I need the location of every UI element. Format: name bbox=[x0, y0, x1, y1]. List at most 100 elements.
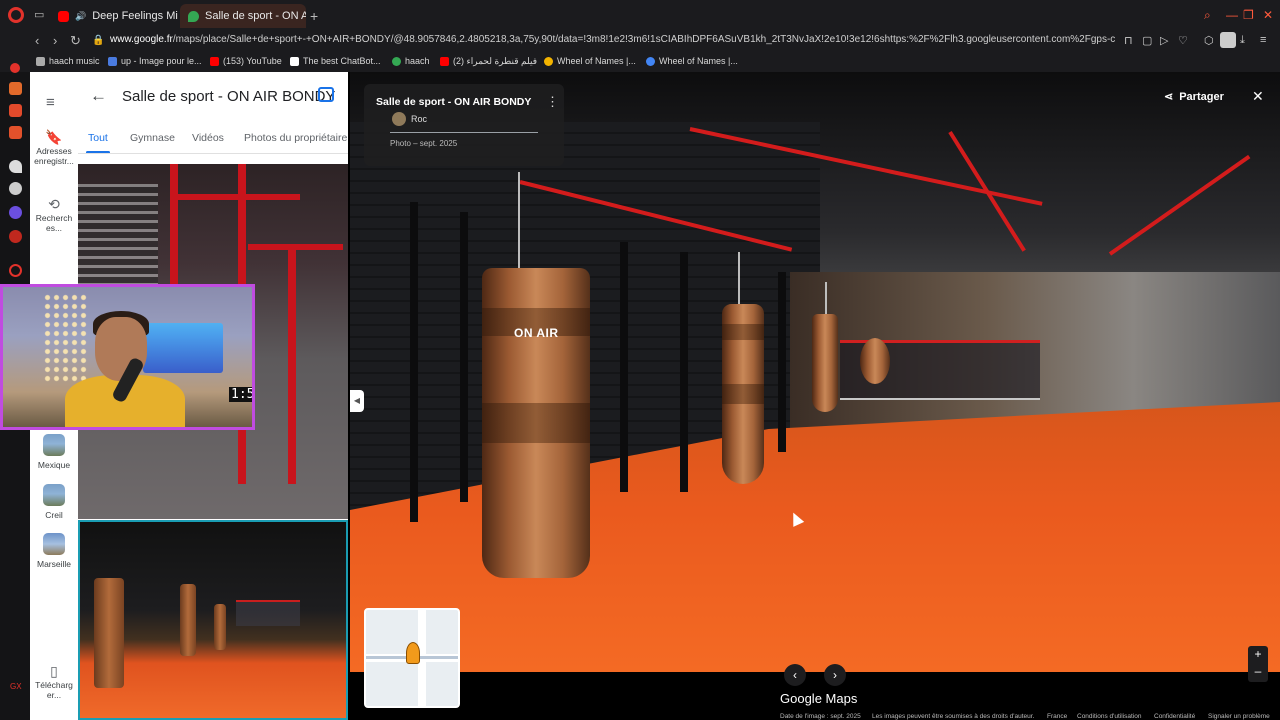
tab-deep-feelings[interactable]: 🔊 Deep Feelings Mix [20 bbox=[50, 4, 178, 28]
sv-title: Salle de sport - ON AIR BONDY bbox=[376, 96, 532, 108]
webcam-clock: 1:56 bbox=[229, 387, 252, 402]
player-icon[interactable] bbox=[9, 264, 22, 277]
footer-privacy[interactable]: Confidentialité bbox=[1154, 713, 1195, 720]
opera-logo-icon[interactable] bbox=[8, 7, 24, 23]
bookmark-item[interactable]: The best ChatBot... bbox=[290, 56, 381, 66]
bookmark-item[interactable]: haach bbox=[392, 56, 430, 66]
snapshot-icon[interactable]: ▢ bbox=[1142, 34, 1152, 47]
bookmarks-bar: haach music up - Image pour le... (153) … bbox=[0, 52, 1280, 72]
minimize-icon[interactable]: — bbox=[1226, 8, 1238, 22]
footer-terms[interactable]: Conditions d'utilisation bbox=[1077, 713, 1141, 720]
url-path: /maps/place/Salle+de+sport+-+ON+AIR+BOND… bbox=[172, 34, 1115, 45]
download-icon[interactable]: ⤓ bbox=[1240, 34, 1245, 47]
bookmark-item[interactable]: فيلم قنطرة لحمراء (2) bbox=[440, 56, 537, 67]
tab-tout[interactable]: Tout bbox=[88, 132, 108, 144]
speaker-icon[interactable]: 🔊 bbox=[75, 11, 86, 22]
chatgpt-icon[interactable] bbox=[9, 182, 22, 195]
back-arrow-icon[interactable]: ← bbox=[90, 86, 107, 106]
menu-icon[interactable]: ≡ bbox=[1260, 34, 1266, 46]
wheel-icon bbox=[646, 56, 655, 66]
rail-recent-marseille[interactable]: Marseille bbox=[30, 533, 78, 569]
close-window-icon[interactable]: ✕ bbox=[1263, 8, 1273, 22]
footer-copyright: Les images peuvent être soumises à des d… bbox=[872, 713, 1035, 720]
youtube-icon bbox=[58, 10, 69, 22]
url-host: www.google.fr bbox=[110, 34, 173, 45]
sv-post bbox=[778, 272, 786, 452]
background-monitor bbox=[143, 323, 223, 373]
rail-recent-creil[interactable]: Creil bbox=[30, 484, 78, 520]
ai-icon[interactable] bbox=[9, 160, 22, 173]
prev-photo-button[interactable]: ‹ bbox=[784, 664, 806, 686]
bag-logo: ON AIR bbox=[514, 326, 559, 340]
back-icon[interactable]: ‹ bbox=[35, 33, 39, 48]
tab-menu-icon[interactable]: ▭ bbox=[34, 8, 44, 21]
tab-salle-de-sport[interactable]: Salle de sport - ON AIR B bbox=[180, 4, 306, 28]
tab-photos-proprietaire[interactable]: Photos du propriétaire bbox=[244, 132, 347, 144]
fairy-lights bbox=[43, 293, 88, 383]
reload-icon[interactable]: ↻ bbox=[70, 33, 81, 49]
footer-image-date: Date de l'image : sept. 2025 bbox=[780, 713, 861, 720]
footer-country[interactable]: France bbox=[1047, 713, 1067, 720]
zoom-out-icon[interactable]: – bbox=[1248, 663, 1268, 680]
forward-icon[interactable]: › bbox=[53, 33, 57, 48]
author-avatar[interactable] bbox=[392, 112, 406, 126]
add-photo-icon[interactable] bbox=[318, 87, 334, 102]
bookmark-item[interactable]: up - Image pour le... bbox=[108, 56, 202, 66]
rail-place-label: Mexique bbox=[37, 460, 71, 470]
share-button[interactable]: ⋖ Partager bbox=[1164, 90, 1224, 104]
zoom-in-icon[interactable]: + bbox=[1248, 646, 1268, 663]
opera-app-icon[interactable] bbox=[10, 63, 20, 73]
gym-photo-2[interactable] bbox=[78, 520, 348, 720]
heart-icon[interactable]: ♡ bbox=[1178, 34, 1188, 47]
tab-gymnase[interactable]: Gymnase bbox=[130, 132, 175, 144]
opera-app-icon[interactable] bbox=[9, 104, 22, 117]
sv-post bbox=[460, 212, 468, 502]
opera-app-icon[interactable] bbox=[9, 126, 22, 139]
extensions-icon[interactable]: ⬡ bbox=[1204, 34, 1214, 47]
close-icon[interactable]: ✕ bbox=[1252, 88, 1264, 105]
place-thumbnail bbox=[43, 533, 65, 555]
zoom-control[interactable]: + – bbox=[1248, 646, 1268, 682]
cs-icon[interactable] bbox=[9, 206, 22, 219]
bookmark-item[interactable]: (153) YouTube bbox=[210, 56, 282, 66]
share-label: Partager bbox=[1179, 90, 1224, 103]
profile-avatar[interactable] bbox=[1220, 32, 1236, 48]
place-thumbnail bbox=[43, 484, 65, 506]
url-field[interactable]: www.google.fr/maps/place/Salle+de+sport+… bbox=[110, 34, 1115, 45]
street-view[interactable]: ON AIR Salle de sport - ON AIR BONDY ⋮ R… bbox=[350, 72, 1280, 720]
google-maps-logo: Google Maps bbox=[780, 691, 858, 706]
rail-recent[interactable]: ⟲ Recherch es... bbox=[30, 197, 78, 233]
tab-title: Deep Feelings Mix [20 bbox=[92, 10, 178, 22]
gx-icon[interactable]: GX bbox=[10, 682, 22, 691]
sv-post bbox=[680, 252, 688, 492]
footer-report[interactable]: Signaler un problème bbox=[1208, 713, 1270, 720]
bookmark-item[interactable]: Wheel of Names |... bbox=[646, 56, 738, 66]
bookmark-item[interactable]: haach music bbox=[36, 56, 100, 66]
opera-app-icon[interactable] bbox=[9, 82, 22, 95]
maximize-icon[interactable]: ❐ bbox=[1243, 8, 1254, 22]
ublock-icon[interactable] bbox=[9, 230, 22, 243]
sv-post bbox=[410, 202, 418, 522]
next-photo-button[interactable]: › bbox=[824, 664, 846, 686]
bookmark-icon[interactable]: ⊓ bbox=[1124, 34, 1133, 47]
bookmark-item[interactable]: Wheel of Names |... bbox=[544, 56, 636, 66]
phone-icon: ▯ bbox=[50, 663, 58, 679]
hamburger-menu-icon[interactable]: ≡ bbox=[46, 94, 55, 111]
rail-saved[interactable]: 🔖 Adresses enregistr... bbox=[30, 130, 78, 166]
mini-map[interactable] bbox=[364, 608, 460, 708]
send-icon[interactable]: ▷ bbox=[1160, 34, 1168, 47]
youtube-icon bbox=[210, 56, 219, 66]
collapse-panel-button[interactable]: ◀ bbox=[350, 390, 364, 412]
more-options-icon[interactable]: ⋮ bbox=[546, 94, 559, 110]
new-tab-button[interactable]: + bbox=[310, 8, 318, 24]
search-tabs-icon[interactable]: ⌕ bbox=[1204, 8, 1211, 23]
maps-pin-icon bbox=[188, 10, 199, 22]
rail-place-label: Creil bbox=[45, 510, 63, 520]
lock-icon[interactable]: 🔒 bbox=[92, 35, 104, 46]
rail-download[interactable]: ▯ Télécharg er... bbox=[30, 663, 78, 700]
sv-author[interactable]: Roc bbox=[411, 114, 427, 124]
tab-videos[interactable]: Vidéos bbox=[192, 132, 224, 144]
share-icon: ⋖ bbox=[1164, 91, 1174, 103]
pegman-icon[interactable] bbox=[406, 642, 420, 664]
rail-recent-mexique[interactable]: Mexique bbox=[30, 434, 78, 470]
